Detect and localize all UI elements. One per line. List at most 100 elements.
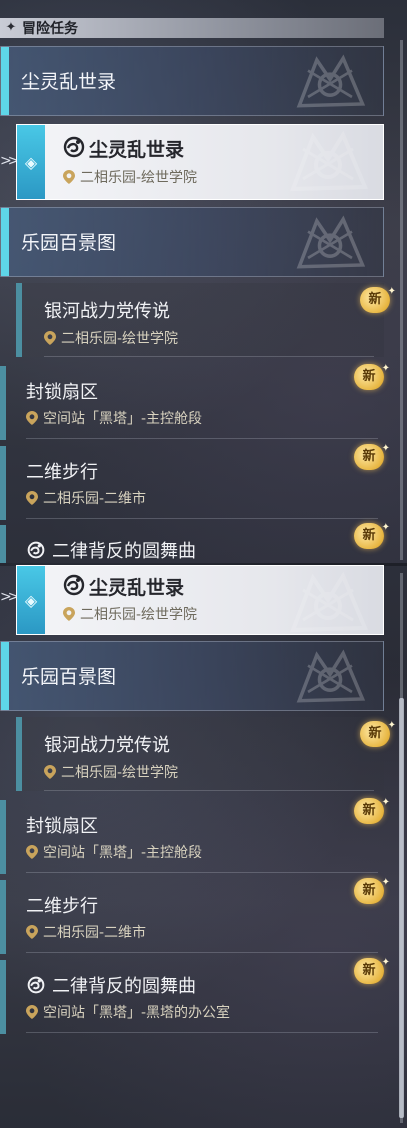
sparkle-icon: ✦: [381, 443, 390, 454]
category-accent-bar: [1, 642, 9, 710]
quest-title: 二律背反的圆舞曲: [26, 972, 196, 998]
quest-title: 银河战力党传说: [44, 301, 170, 322]
category-accent-bar: [1, 208, 9, 276]
location-text: 空间站「黑塔」-黑塔的办公室: [43, 1005, 231, 1021]
category-label: 尘灵乱世录: [21, 71, 117, 93]
quest-item[interactable]: 银河战力党传说 二相乐园-绘世学院 新 ✦: [16, 717, 396, 791]
quest-item[interactable]: 二维步行 二相乐园-二维市 新 ✦: [0, 877, 390, 954]
category-emblem-icon: [285, 648, 375, 706]
quest-item[interactable]: 银河战力党传说 二相乐园-绘世学院 新 ✦: [16, 283, 396, 357]
location-pin-icon: [63, 170, 75, 184]
story-type-icon: [26, 541, 46, 559]
sparkle-icon: ✦: [381, 363, 390, 374]
location-pin-icon: [26, 491, 38, 505]
sparkle-icon: ✦: [387, 720, 396, 731]
selected-quest[interactable]: ◈ 尘灵乱世录 二相乐园-绘世学院: [16, 565, 384, 635]
section-title: 冒险任务: [22, 21, 78, 37]
sparkle-icon: ✦: [381, 797, 390, 808]
new-badge: 新 ✦: [354, 522, 390, 549]
sparkle-icon: ✦: [381, 877, 390, 888]
sparkle-icon: ✦: [381, 957, 390, 968]
quest-item[interactable]: 二律背反的圆舞曲 空间站「黑塔」-黑塔的办公室 新 ✦: [0, 957, 390, 1034]
item-divider: [26, 1032, 378, 1033]
item-accent-bar: [16, 717, 22, 791]
selected-quest-title: 尘灵乱世录: [89, 577, 185, 599]
item-accent-bar: [0, 880, 6, 954]
quest-list-panel-top: ✦ 冒险任务 尘灵乱世录 >> ◈ 尘灵乱世录 二相乐园-绘世学院 乐园百景图 …: [0, 0, 407, 563]
new-badge: 新 ✦: [354, 877, 390, 904]
badge-text: 新: [362, 369, 376, 384]
location-pin-icon: [26, 1005, 38, 1019]
quest-item[interactable]: 封锁扇区 空间站「黑塔」-主控舱段 新 ✦: [0, 797, 390, 874]
item-accent-bar: [0, 525, 6, 563]
selection-pointer-icon: >>: [0, 589, 20, 605]
location-text: 二相乐园-绘世学院: [80, 170, 198, 186]
quest-title-text: 二律背反的圆舞曲: [52, 976, 196, 997]
item-divider: [44, 790, 374, 791]
quest-location: 二相乐园-二维市: [26, 922, 146, 942]
new-badge: 新 ✦: [354, 363, 390, 390]
category-leyuan[interactable]: 乐园百景图: [0, 641, 384, 711]
item-divider: [26, 872, 378, 873]
quest-location: 空间站「黑塔」-主控舱段: [26, 842, 202, 862]
quest-item[interactable]: 二维步行 二相乐园-二维市 新 ✦: [0, 443, 390, 520]
story-type-icon: [63, 574, 85, 596]
badge-text: 新: [362, 883, 376, 898]
new-badge: 新 ✦: [354, 797, 390, 824]
location-text: 二相乐园-二维市: [43, 491, 147, 507]
new-badge: 新 ✦: [360, 286, 396, 313]
section-header: ✦ 冒险任务: [0, 18, 384, 38]
category-label: 乐园百景图: [21, 232, 117, 254]
quest-location: 二相乐园-二维市: [26, 488, 146, 508]
quest-list-panel-bottom: >> ◈ 尘灵乱世录 二相乐园-绘世学院 乐园百景图 银河战力党传说 二相乐园-…: [0, 563, 407, 1128]
quest-emblem-icon: [283, 570, 373, 636]
selected-quest-title: 尘灵乱世录: [89, 139, 185, 161]
quest-item[interactable]: 封锁扇区 空间站「黑塔」-主控舱段 新 ✦: [0, 363, 390, 440]
item-divider: [26, 518, 378, 519]
quest-title-text: 二律背反的圆舞曲: [52, 541, 196, 562]
diamond-star-icon: ✦: [5, 20, 17, 35]
item-divider: [26, 438, 378, 439]
item-accent-bar: [0, 800, 6, 874]
selection-pointer-icon: >>: [0, 153, 20, 169]
scrollbar-thumb[interactable]: [399, 698, 404, 1118]
badge-text: 新: [368, 292, 382, 307]
category-emblem-icon: [285, 214, 375, 272]
story-type-icon: [26, 976, 46, 994]
location-text: 二相乐园-绘世学院: [61, 331, 179, 347]
selected-quest[interactable]: ◈ 尘灵乱世录 二相乐园-绘世学院: [16, 124, 384, 200]
quest-title: 封锁扇区: [26, 382, 98, 403]
scrollbar-track[interactable]: [400, 40, 403, 560]
quest-title: 二维步行: [26, 896, 98, 917]
item-divider: [26, 952, 378, 953]
sparkle-icon: ✦: [387, 286, 396, 297]
quest-title: 二律背反的圆舞曲: [26, 537, 196, 563]
item-accent-bar: [0, 960, 6, 1034]
location-text: 二相乐园-绘世学院: [80, 607, 198, 623]
selected-diamond-icon: ◈: [17, 566, 45, 634]
quest-location: 空间站「黑塔」-主控舱段: [26, 408, 202, 428]
quest-location: 空间站「黑塔」-黑塔的办公室: [26, 1002, 230, 1022]
selected-quest-location: 二相乐园-绘世学院: [63, 604, 197, 624]
location-text: 二相乐园-绘世学院: [61, 765, 179, 781]
badge-text: 新: [362, 803, 376, 818]
badge-text: 新: [368, 726, 382, 741]
quest-item[interactable]: 二律背反的圆舞曲 新 ✦: [0, 522, 390, 563]
location-text: 空间站「黑塔」-主控舱段: [43, 411, 203, 427]
category-leyuan[interactable]: 乐园百景图: [0, 207, 384, 277]
item-accent-bar: [0, 446, 6, 520]
badge-text: 新: [362, 528, 376, 543]
quest-title: 封锁扇区: [26, 816, 98, 837]
location-pin-icon: [26, 411, 38, 425]
category-chenling[interactable]: 尘灵乱世录: [0, 46, 384, 116]
badge-text: 新: [362, 963, 376, 978]
item-accent-bar: [16, 283, 22, 357]
new-badge: 新 ✦: [354, 957, 390, 984]
new-badge: 新 ✦: [360, 720, 396, 747]
story-type-icon: [63, 136, 85, 158]
item-accent-bar: [0, 366, 6, 440]
sparkle-icon: ✦: [381, 522, 390, 533]
badge-text: 新: [362, 449, 376, 464]
location-pin-icon: [26, 845, 38, 859]
location-pin-icon: [44, 331, 56, 345]
